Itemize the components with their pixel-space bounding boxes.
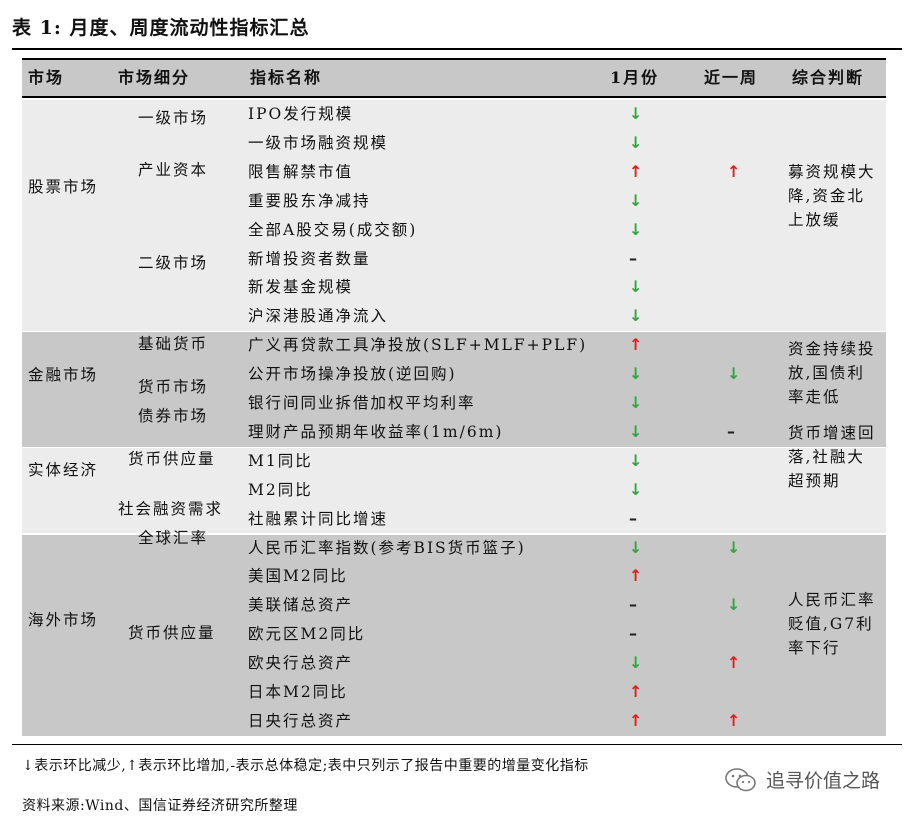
january-trend-icon: ↓ (629, 190, 643, 210)
market-label: 海外市场 (28, 611, 99, 630)
indicator-name: M2同比 (248, 480, 313, 499)
january-trend-icon: ↓ (629, 421, 643, 441)
recent-week-trend-icon: ↓ (727, 364, 741, 384)
january-trend-icon: ↓ (629, 104, 643, 123)
january-trend-icon: ↓ (629, 306, 643, 326)
january-trend-icon: ↓ (629, 277, 643, 297)
indicator-name: 新发基金规模 (248, 278, 354, 297)
january-trend-icon: ↑ (629, 566, 643, 586)
submarket-label: 二级市场 (138, 253, 209, 272)
indicator-name: 全部A股交易(成交额) (248, 220, 418, 239)
january-trend-icon: ↓ (629, 450, 643, 470)
january-trend-icon: ↓ (629, 132, 643, 152)
market-label: 实体经济 (28, 460, 99, 479)
market-group-band (22, 100, 886, 332)
indicator-name: 限售解禁市值 (248, 162, 354, 181)
indicator-name: 新增投资者数量 (248, 249, 371, 268)
header-recent-week: 近一周 (704, 68, 759, 87)
table-header: 市场 市场细分 指标名称 1月份 近一周 综合判断 (22, 58, 886, 98)
january-trend-icon: ↓ (629, 537, 643, 557)
recent-week-trend-icon: – (727, 421, 735, 441)
january-trend-icon: – (629, 595, 637, 615)
submarket-label: 一级市场 (138, 109, 209, 128)
submarket-label: 全球汇率 (138, 528, 209, 547)
january-trend-icon: ↑ (629, 710, 643, 730)
recent-week-trend-icon: ↓ (727, 537, 741, 557)
indicator-name: 日央行总资产 (248, 711, 354, 730)
recent-week-trend-icon: ↑ (727, 161, 741, 181)
january-trend-icon: – (629, 508, 637, 528)
submarket-label: 货币供应量 (128, 623, 216, 642)
header-submarket: 市场细分 (118, 68, 191, 87)
indicator-name: 沪深港股通净流入 (248, 307, 389, 326)
header-indicator: 指标名称 (250, 68, 323, 87)
table-title: 表 1: 月度、周度流动性指标汇总 (12, 17, 310, 39)
submarket-label: 社会融资需求 (118, 499, 224, 518)
indicator-name: 日本M2同比 (248, 683, 348, 701)
indicator-name: IPO发行规模 (248, 105, 354, 123)
january-trend-icon: – (629, 624, 637, 644)
indicator-name: 人民币汇率指数(参考BIS货币篮子) (248, 538, 526, 557)
january-trend-icon: – (629, 248, 637, 268)
indicator-name: 美国M2同比 (248, 567, 348, 586)
indicator-name: 美联储总资产 (248, 596, 354, 615)
indicator-name: 社融累计同比增速 (248, 509, 389, 528)
judgment-text: 资金持续投 放,国债利 率走低 (788, 339, 876, 406)
indicator-name: 一级市场融资规模 (248, 133, 389, 152)
market-label: 金融市场 (28, 365, 99, 384)
indicator-name: 公开市场操净投放(逆回购) (248, 365, 457, 384)
submarket-label: 基础货币 (138, 334, 209, 353)
header-january: 1月份 (610, 68, 660, 87)
source-note: 资料来源:Wind、国信证券经济研究所整理 (22, 798, 298, 814)
submarket-label: 产业资本 (138, 161, 209, 180)
watermark-text: 追寻价值之路 (765, 770, 880, 792)
january-trend-icon: ↓ (629, 393, 643, 412)
legend-note: ↓表示环比减少,↑表示环比增加,-表示总体稳定;表中只列示了报告中重要的增量变化… (22, 758, 589, 774)
indicator-name: 银行间同业拆借加权平均利率 (248, 394, 476, 412)
january-trend-icon: ↓ (629, 219, 643, 239)
indicator-name: 欧元区M2同比 (248, 625, 366, 644)
indicator-name: 广义再贷款工具净投放(SLF+MLF+PLF) (248, 336, 588, 355)
indicator-name: 欧央行总资产 (248, 654, 354, 673)
judgment-text: 募资规模大 降,资金北 上放缓 (788, 163, 876, 230)
january-trend-icon: ↓ (629, 364, 643, 384)
january-trend-icon: ↓ (629, 653, 643, 673)
wechat-icon (725, 767, 756, 791)
january-trend-icon: ↑ (629, 682, 643, 701)
header-market: 市场 (28, 68, 65, 87)
january-trend-icon: ↑ (629, 161, 643, 181)
group-separator (22, 331, 886, 333)
bottom-rule (12, 744, 902, 745)
recent-week-trend-icon: ↑ (727, 653, 741, 673)
submarket-label: 货币供应量 (128, 450, 216, 469)
january-trend-icon: ↓ (629, 479, 643, 499)
january-trend-icon: ↑ (629, 335, 643, 355)
indicator-name: 理财产品预期年收益率(1m/6m) (248, 422, 504, 441)
submarket-label: 债券市场 (138, 407, 209, 426)
submarket-label: 货币市场 (138, 378, 209, 397)
recent-week-trend-icon: ↑ (727, 710, 741, 730)
top-rule (12, 48, 902, 50)
recent-week-trend-icon: ↓ (727, 595, 741, 615)
group-separator (22, 446, 886, 448)
market-label: 股票市场 (28, 177, 99, 196)
watermark: 追寻价值之路 (724, 766, 880, 793)
indicator-name: 重要股东净减持 (248, 191, 371, 210)
judgment-text: 人民币汇率 贬值,G7利 率下行 (788, 591, 876, 658)
indicator-name: M1同比 (248, 451, 313, 470)
header-judgment: 综合判断 (792, 68, 865, 87)
judgment-text: 货币增速回 落,社融大 超预期 (788, 423, 876, 490)
